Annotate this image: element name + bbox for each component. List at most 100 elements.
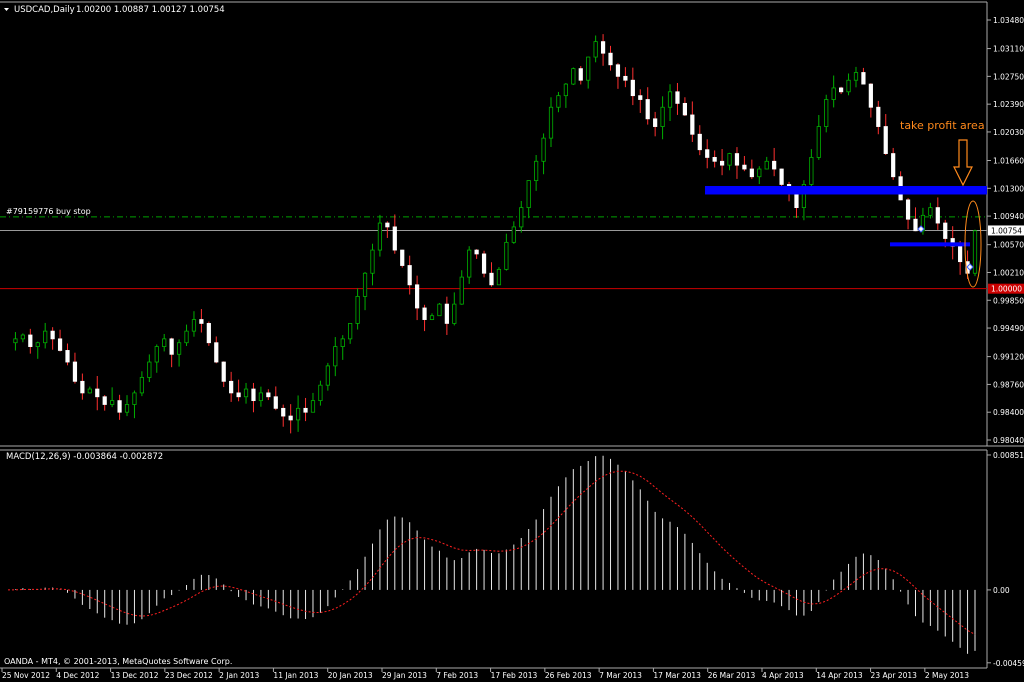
time-tick-label: 13 Dec 2012 bbox=[111, 671, 159, 680]
price-tick-label: 0.98760 bbox=[993, 380, 1024, 389]
time-tick-label: 17 Feb 2013 bbox=[491, 671, 538, 680]
candle-body bbox=[764, 160, 769, 170]
candle-body bbox=[883, 126, 888, 154]
level-price-value: 1.00000 bbox=[991, 285, 1022, 294]
candle-body bbox=[124, 404, 130, 413]
candle-body bbox=[370, 249, 375, 274]
entry-zone[interactable] bbox=[890, 242, 970, 247]
candle-body bbox=[184, 330, 189, 344]
candle-body bbox=[340, 338, 345, 347]
candle-body bbox=[481, 253, 487, 274]
candle-body bbox=[251, 388, 256, 402]
candle-body bbox=[504, 241, 509, 270]
candle-body bbox=[682, 102, 688, 116]
candle-body bbox=[913, 218, 918, 232]
candle-body bbox=[943, 222, 948, 239]
candle-body bbox=[548, 106, 554, 139]
candle-body bbox=[199, 319, 204, 324]
candle-body bbox=[690, 114, 695, 135]
candle-body bbox=[102, 396, 107, 405]
price-tick-label: 1.00570 bbox=[993, 241, 1024, 250]
candle-body bbox=[258, 392, 264, 402]
candle-body bbox=[348, 323, 353, 340]
copyright-footer: OANDA - MT4, © 2001-2013, MetaQuotes Sof… bbox=[4, 657, 232, 666]
candle-body bbox=[459, 276, 464, 305]
candle-body bbox=[697, 133, 702, 151]
candle-body bbox=[377, 222, 383, 251]
candle-body bbox=[861, 72, 866, 85]
candle-body bbox=[615, 64, 621, 77]
candle-body bbox=[415, 284, 420, 309]
time-tick-label: 2 May 2013 bbox=[925, 671, 969, 680]
candle-body bbox=[853, 72, 859, 81]
candle-body bbox=[653, 118, 658, 127]
candle-body bbox=[586, 56, 591, 81]
candle-body bbox=[385, 222, 390, 228]
candle-body bbox=[749, 168, 754, 178]
candle-body bbox=[288, 415, 293, 421]
candle-body bbox=[13, 338, 18, 344]
candle-body bbox=[444, 303, 449, 324]
price-tick-label: 0.98040 bbox=[993, 436, 1024, 445]
candle-body bbox=[229, 380, 234, 394]
time-tick-label: 17 Mar 2013 bbox=[653, 671, 701, 680]
buy-stop-order-label: #79159776 buy stop bbox=[6, 207, 91, 216]
take-profit-annotation: take profit area bbox=[900, 119, 985, 132]
candle-body bbox=[325, 365, 330, 386]
candle-body bbox=[452, 303, 457, 324]
candle-body bbox=[905, 199, 911, 220]
macd-title: MACD(12,26,9) -0.003864 -0.002872 bbox=[6, 452, 163, 462]
candle-body bbox=[214, 342, 219, 363]
candle-body bbox=[176, 342, 182, 355]
candle-body bbox=[243, 388, 249, 398]
current-price-value: 1.00754 bbox=[991, 226, 1022, 235]
take-profit-zone[interactable] bbox=[705, 185, 987, 195]
price-tick-label: 1.03480 bbox=[993, 16, 1024, 25]
ohlc-readout: 1.00200 1.00887 1.00127 1.00754 bbox=[76, 5, 225, 15]
candle-body bbox=[868, 83, 873, 108]
time-tick-label: 7 Mar 2013 bbox=[599, 671, 642, 680]
macd-tick-label: 0.008512 bbox=[993, 451, 1024, 460]
candle-body bbox=[362, 272, 368, 297]
candle-body bbox=[928, 207, 933, 216]
candle-body bbox=[734, 153, 740, 166]
candle-body bbox=[80, 380, 85, 394]
time-tick-label: 29 Jan 2013 bbox=[382, 671, 427, 680]
price-tick-label: 1.02750 bbox=[993, 72, 1024, 81]
candle-body bbox=[273, 396, 278, 409]
candle-body bbox=[534, 160, 539, 181]
level-price-tag: 1.00000 bbox=[988, 283, 1024, 294]
macd-tick-label: -0.004599 bbox=[993, 659, 1024, 668]
candle-body bbox=[392, 226, 397, 251]
candle-body bbox=[43, 330, 48, 344]
candle-body bbox=[757, 168, 762, 178]
candle-body bbox=[28, 334, 33, 347]
candle-body bbox=[422, 307, 427, 320]
candle-body bbox=[972, 230, 978, 274]
candle-body bbox=[87, 388, 92, 394]
candle-body bbox=[839, 87, 844, 93]
candle-body bbox=[935, 207, 940, 224]
price-tick-label: 1.03110 bbox=[993, 45, 1024, 54]
candle-body bbox=[571, 68, 576, 85]
candle-body bbox=[638, 95, 643, 100]
candle-body bbox=[429, 315, 435, 320]
candle-body bbox=[295, 407, 301, 421]
candle-body bbox=[608, 52, 613, 66]
candle-body bbox=[154, 346, 159, 363]
mt4-chart-window[interactable]: 1.03480 1.03110 1.02750 1.02390 1.02030 1.016… bbox=[0, 0, 1024, 682]
candle-body bbox=[139, 377, 144, 394]
candle-body bbox=[437, 303, 442, 317]
price-tick-label: 1.00940 bbox=[993, 212, 1024, 221]
candle-body bbox=[809, 157, 814, 185]
candle-body bbox=[526, 180, 531, 209]
price-tick-label: 1.02030 bbox=[993, 128, 1024, 137]
time-tick-label: 14 Apr 2013 bbox=[816, 671, 863, 680]
time-tick-label: 11 Jan 2013 bbox=[273, 671, 318, 680]
candle-body bbox=[236, 392, 241, 398]
candle-body bbox=[719, 160, 725, 166]
candle-body bbox=[110, 400, 115, 405]
candle-body bbox=[667, 91, 673, 108]
candle-body bbox=[816, 126, 821, 158]
candle-body bbox=[169, 338, 174, 355]
